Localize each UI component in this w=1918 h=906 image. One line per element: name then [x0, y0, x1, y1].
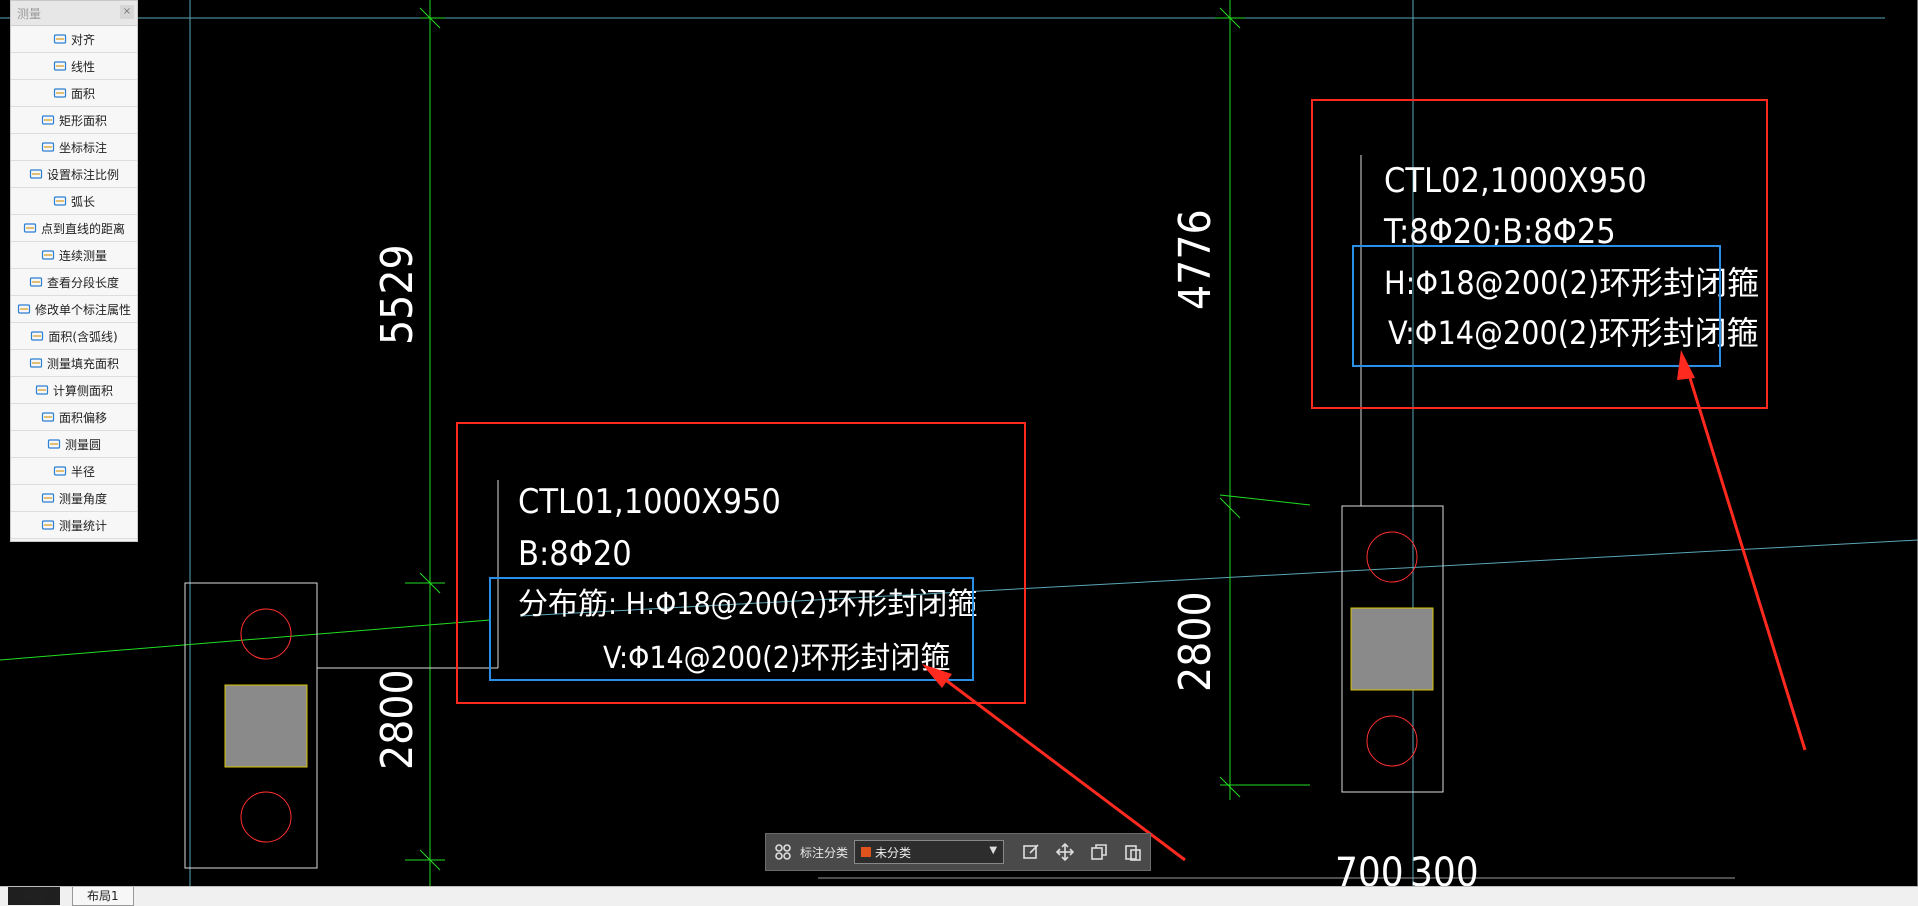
dimension-300: 300 — [1410, 850, 1479, 886]
side-area-icon — [35, 383, 49, 397]
category-value: 未分类 — [875, 845, 912, 860]
coordinate-icon — [41, 140, 55, 154]
palette-item-3[interactable]: 矩形面积 — [11, 107, 137, 134]
copy-icon[interactable] — [1088, 841, 1110, 863]
fill-area-icon — [29, 356, 43, 370]
dimension-4776: 4776 — [1170, 209, 1221, 310]
close-icon[interactable]: × — [120, 5, 134, 19]
right-line4: V:Φ14@200(2)环形封闭箍 — [1388, 314, 1759, 352]
palette-item-2[interactable]: 面积 — [11, 80, 137, 107]
palette-item-4[interactable]: 坐标标注 — [11, 134, 137, 161]
palette-item-label: 点到直线的距离 — [40, 221, 125, 236]
area-offset-icon — [41, 410, 55, 424]
palette-item-17[interactable]: 测量角度 — [11, 485, 137, 512]
palette-item-label: 坐标标注 — [58, 140, 107, 155]
point-line-distance-icon — [23, 221, 37, 235]
category-select[interactable]: 未分类 ▼ — [854, 840, 1005, 864]
radius-icon — [53, 464, 67, 478]
arc-area-icon — [30, 329, 44, 343]
align-measure-icon — [53, 32, 67, 46]
palette-items: 对齐线性面积矩形面积坐标标注设置标注比例 弧长点到直线的距离 连续测量查看分段长度修… — [11, 26, 137, 539]
angle-icon — [41, 491, 55, 505]
palette-item-label: 半径 — [70, 464, 95, 479]
palette-item-16[interactable]: 半径 — [11, 458, 137, 485]
grid-icon[interactable] — [772, 841, 794, 863]
left-line2: B:8Φ20 — [518, 534, 632, 574]
palette-item-8[interactable]: 连续测量 — [11, 242, 137, 269]
palette-item-label: 计算侧面积 — [52, 383, 113, 398]
palette-item-label: 设置标注比例 — [46, 167, 119, 182]
left-line3: 分布筋: H:Φ18@200(2)环形封闭箍 — [518, 587, 977, 622]
palette-item-10[interactable]: 修改单个标注属性 — [11, 296, 137, 323]
palette-item-6[interactable]: 弧长 — [11, 188, 137, 215]
chevron-down-icon: ▼ — [989, 845, 998, 856]
palette-item-label: 矩形面积 — [58, 113, 107, 128]
move-icon[interactable] — [1054, 841, 1076, 863]
green-baseline — [0, 619, 491, 661]
cad-drawing-canvas[interactable]: 5529 2800 4776 2800 700 300 CTL01,1000X9… — [0, 0, 1918, 886]
edit-annotation-icon — [17, 302, 31, 316]
palette-item-label: 线性 — [70, 59, 95, 74]
palette-item-label: 测量统计 — [58, 518, 107, 533]
palette-item-label: 测量角度 — [58, 491, 107, 506]
palette-item-label: 面积偏移 — [58, 410, 107, 425]
dimension-lines-right — [1215, 0, 1311, 800]
palette-item-label: 弧长 — [70, 194, 95, 209]
palette-item-1[interactable]: 线性 — [11, 53, 137, 80]
palette-item-15[interactable]: 测量圆 — [11, 431, 137, 458]
edit-icon[interactable] — [1020, 841, 1042, 863]
palette-item-14[interactable]: 面积偏移 — [11, 404, 137, 431]
paste-icon[interactable] — [1122, 841, 1144, 863]
palette-item-label: 测量填充面积 — [46, 356, 119, 371]
circle-icon — [47, 437, 61, 451]
palette-item-11[interactable]: 面积(含弧线) — [11, 323, 137, 350]
palette-item-label: 面积 — [70, 86, 95, 101]
dimension-5529: 5529 — [372, 244, 423, 345]
palette-item-label: 测量圆 — [64, 437, 101, 452]
dimension-2800-right: 2800 — [1170, 591, 1221, 692]
palette-item-7[interactable]: 点到直线的距离 — [11, 215, 137, 242]
palette-item-12[interactable]: 测量填充面积 — [11, 350, 137, 377]
right-line3: H:Φ18@200(2)环形封闭箍 — [1384, 264, 1759, 302]
palette-item-18[interactable]: 测量统计 — [11, 512, 137, 539]
left-line4: V:Φ14@200(2)环形封闭箍 — [603, 641, 950, 676]
rect-area-icon — [41, 113, 55, 127]
dimension-700: 700 — [1335, 850, 1404, 886]
palette-header: 测量 × — [11, 1, 137, 26]
palette-item-0[interactable]: 对齐 — [11, 26, 137, 53]
continuous-measure-icon — [41, 248, 55, 262]
pile-cap-right[interactable] — [1341, 505, 1444, 793]
tab-layout1[interactable]: 布局1 — [72, 887, 134, 906]
segment-length-icon — [29, 275, 43, 289]
palette-item-label: 对齐 — [70, 32, 95, 47]
dimension-2800-left: 2800 — [372, 669, 423, 770]
scale-icon — [29, 167, 43, 181]
measure-palette[interactable]: 测量 × 对齐线性面积矩形面积坐标标注设置标注比例 弧长点到直线的距离 连续测量查看… — [10, 0, 138, 542]
palette-item-13[interactable]: 计算侧面积 — [11, 377, 137, 404]
annotation-toolbar: 标注分类 未分类 ▼ — [765, 833, 1151, 871]
palette-title: 测量 — [17, 7, 42, 21]
right-line1: CTL02,1000X950 — [1384, 161, 1647, 201]
linear-measure-icon — [53, 59, 67, 73]
category-color-swatch — [861, 847, 872, 857]
annotation-text-right[interactable]: CTL02,1000X950 T:8Φ20;B:8Φ25 H:Φ18@200(2… — [1383, 161, 1759, 352]
palette-item-label: 查看分段长度 — [46, 275, 119, 290]
palette-item-label: 连续测量 — [58, 248, 107, 263]
layout-tabs: 模型 布局1 — [0, 886, 1918, 906]
left-line1: CTL01,1000X950 — [518, 482, 781, 522]
statistics-icon — [41, 518, 55, 532]
palette-item-5[interactable]: 设置标注比例 — [11, 161, 137, 188]
palette-item-label: 修改单个标注属性 — [34, 302, 131, 317]
red-highlight-box-right — [1311, 99, 1768, 409]
red-arrow-left — [922, 664, 1186, 862]
arc-length-icon — [53, 194, 67, 208]
pile-cap-left[interactable] — [184, 582, 498, 869]
category-label: 标注分类 — [800, 845, 849, 860]
palette-item-label: 面积(含弧线) — [48, 329, 118, 344]
tab-model[interactable]: 模型 — [8, 887, 61, 905]
palette-item-9[interactable]: 查看分段长度 — [11, 269, 137, 296]
area-icon — [53, 86, 67, 100]
